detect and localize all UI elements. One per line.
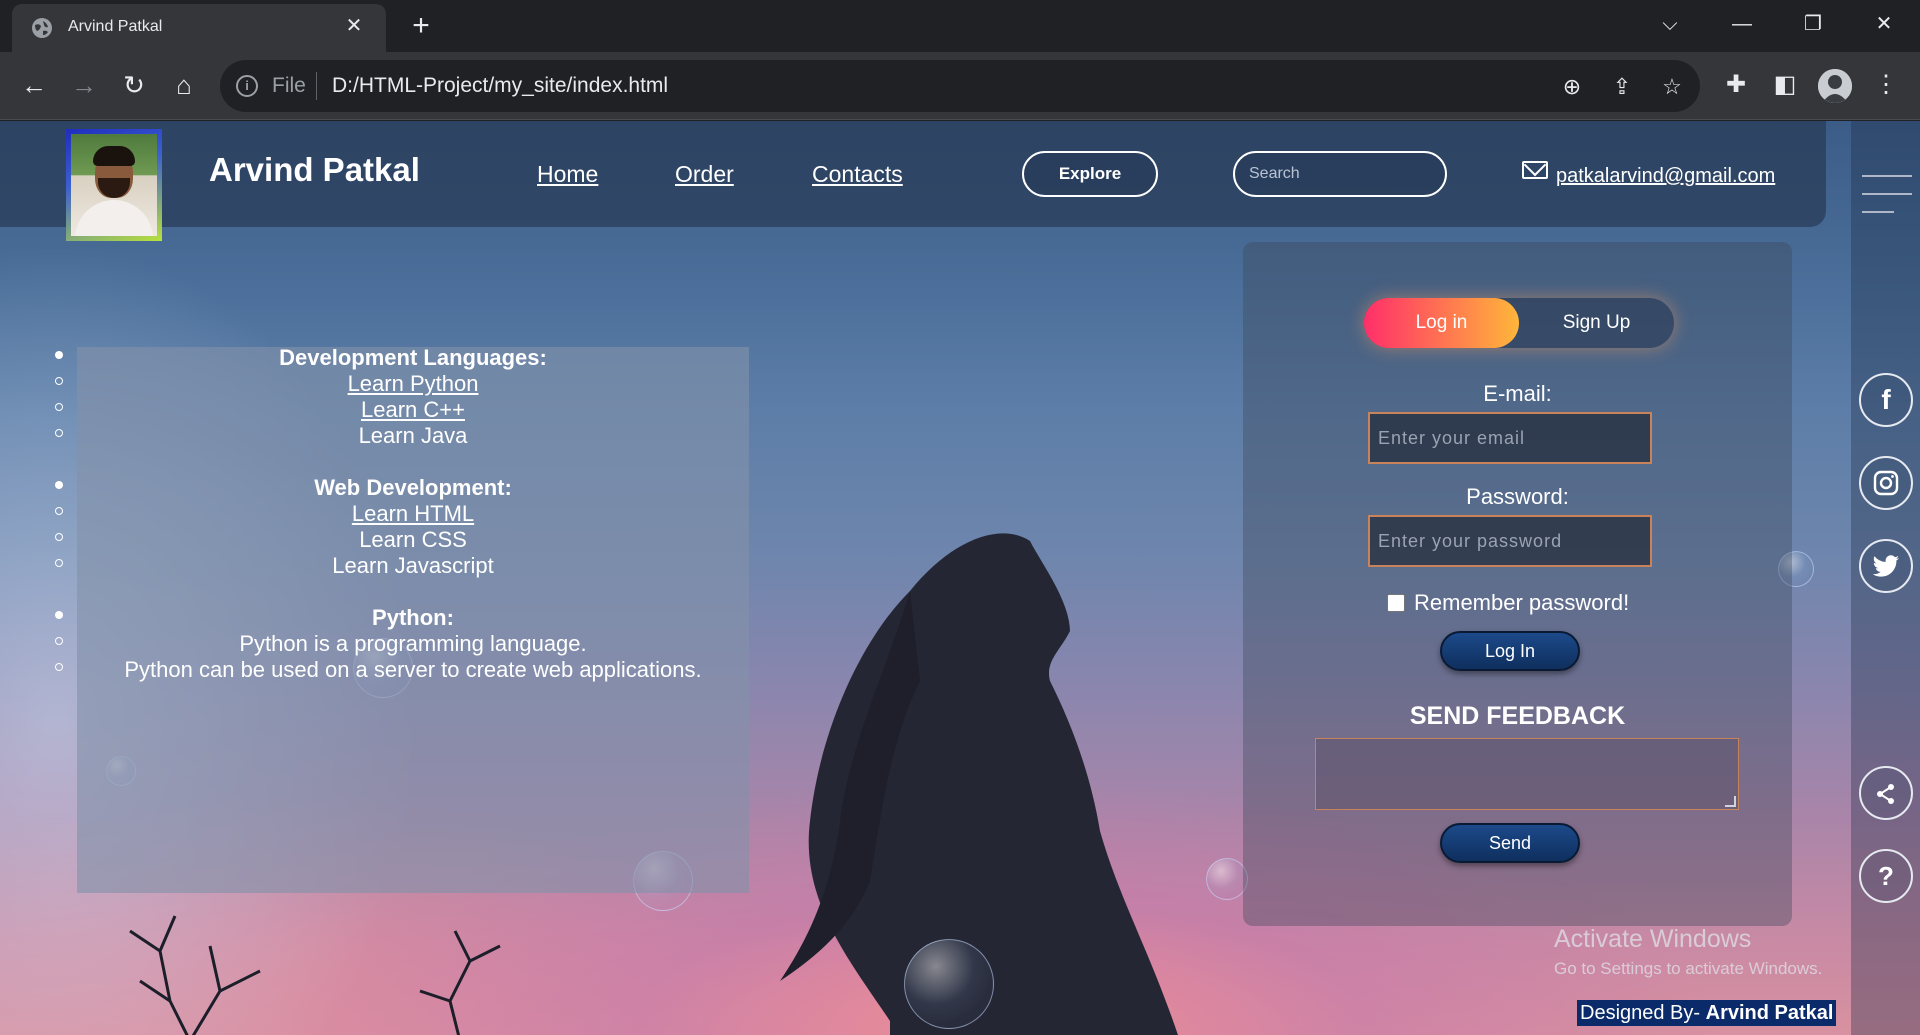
tab-strip: Arvind Patkal ✕ + ⌵ — ❐ ✕ <box>0 0 1920 52</box>
footer-prefix: Designed By- <box>1580 1002 1706 1024</box>
hamburger-menu-icon[interactable] <box>1862 175 1912 215</box>
home-icon[interactable]: ⌂ <box>167 68 201 102</box>
web-dev-heading: Web Development: <box>314 475 512 500</box>
learn-html-link[interactable]: Learn HTML <box>77 501 749 527</box>
url-divider <box>316 72 317 100</box>
back-arrow-icon[interactable]: ← <box>17 68 51 102</box>
share-icon[interactable]: ⇪ <box>1607 72 1637 102</box>
minimize-button[interactable]: — <box>1722 6 1762 42</box>
bullet-filled <box>55 481 63 489</box>
python-heading: Python: <box>372 605 454 630</box>
facebook-icon[interactable]: f <box>1859 373 1913 427</box>
python-description: Python can be used on a server to create… <box>124 657 702 682</box>
nav-contacts-link[interactable]: Contacts <box>812 161 903 188</box>
activate-windows-subtitle: Go to Settings to activate Windows. <box>1554 959 1823 978</box>
nav-home-link[interactable]: Home <box>537 161 598 188</box>
page-viewport: Arvind Patkal Home Order Contacts Explor… <box>0 121 1920 1035</box>
browser-tab[interactable]: Arvind Patkal ✕ <box>12 4 386 52</box>
feedback-title: SEND FEEDBACK <box>1409 702 1626 730</box>
bullet-hollow <box>55 403 63 411</box>
close-tab-icon[interactable]: ✕ <box>340 12 368 40</box>
bullet-filled <box>55 351 63 359</box>
help-icon[interactable]: ? <box>1859 849 1913 903</box>
bullet-hollow <box>55 637 63 645</box>
learn-python-link[interactable]: Learn Python <box>77 371 749 397</box>
login-button[interactable]: Log In <box>1440 631 1580 671</box>
bookmark-star-icon[interactable]: ☆ <box>1657 72 1687 102</box>
bullet-hollow <box>55 663 63 671</box>
site-header: Arvind Patkal Home Order Contacts Explor… <box>0 121 1826 241</box>
site-brand: Arvind Patkal <box>209 151 420 188</box>
site-info-icon[interactable]: i <box>236 75 258 97</box>
signup-tab[interactable]: Sign Up <box>1519 298 1674 348</box>
address-bar[interactable]: i File D:/HTML-Project/my_site/index.htm… <box>220 60 1700 112</box>
globe-icon <box>32 18 52 38</box>
python-description: Python is a programming language. <box>239 631 587 656</box>
new-tab-button[interactable]: + <box>404 10 438 44</box>
tab-search-chevron-icon[interactable]: ⌵ <box>1650 6 1690 42</box>
forward-arrow-icon[interactable]: → <box>67 68 101 102</box>
activate-windows-title: Activate Windows <box>1554 925 1752 953</box>
bullet-filled <box>55 611 63 619</box>
bullet-hollow <box>55 429 63 437</box>
reload-icon[interactable]: ↻ <box>117 68 151 102</box>
bubble-decoration <box>904 939 994 1029</box>
close-window-button[interactable]: ✕ <box>1864 6 1904 42</box>
browser-toolbar: ← → ↻ ⌂ i File D:/HTML-Project/my_site/i… <box>0 52 1920 120</box>
bubble-decoration <box>1206 858 1248 900</box>
url-text[interactable]: D:/HTML-Project/my_site/index.html <box>332 74 668 98</box>
profile-photo <box>66 129 162 241</box>
footer-name: Arvind Patkal <box>1705 1002 1834 1024</box>
profile-avatar[interactable] <box>1818 69 1852 103</box>
designed-by-footer: Designed By- Arvind Patkal <box>1577 1000 1837 1026</box>
email-link[interactable]: patkalarvind@gmail.com <box>1556 165 1775 188</box>
mail-icon <box>1522 161 1548 179</box>
share-icon[interactable] <box>1859 766 1913 820</box>
auth-toggle: Log in Sign Up <box>1364 298 1674 348</box>
zoom-icon[interactable]: ⊕ <box>1557 72 1587 102</box>
info-panel: Development Languages: Learn Python Lear… <box>77 345 749 893</box>
password-label: Password: <box>1466 484 1569 509</box>
extensions-puzzle-icon[interactable]: ✚ <box>1719 68 1753 102</box>
url-scheme: File <box>272 74 306 97</box>
branches-decoration <box>129 915 501 1035</box>
bullet-hollow <box>55 507 63 515</box>
browser-menu-icon[interactable]: ⋮ <box>1869 68 1903 102</box>
feedback-textarea[interactable] <box>1315 738 1739 810</box>
send-button[interactable]: Send <box>1440 823 1580 863</box>
email-label: E-mail: <box>1483 381 1552 406</box>
password-field[interactable] <box>1368 515 1652 567</box>
bullet-hollow <box>55 559 63 567</box>
login-tab[interactable]: Log in <box>1364 298 1519 348</box>
learn-cpp-link[interactable]: Learn C++ <box>77 397 749 423</box>
bullet-hollow <box>55 533 63 541</box>
remember-label: Remember password! <box>1414 590 1630 615</box>
bullet-hollow <box>55 377 63 385</box>
restore-button[interactable]: ❐ <box>1793 6 1833 42</box>
twitter-icon[interactable] <box>1859 539 1913 593</box>
nav-order-link[interactable]: Order <box>675 161 734 188</box>
dev-languages-heading: Development Languages: <box>279 345 547 370</box>
side-panel-icon[interactable]: ◧ <box>1768 68 1802 102</box>
remember-checkbox[interactable] <box>1387 594 1405 612</box>
instagram-icon[interactable] <box>1859 456 1913 510</box>
tab-title: Arvind Patkal <box>68 18 163 35</box>
profile-avatar-icon <box>1818 69 1852 103</box>
learn-css-item: Learn CSS <box>359 527 467 552</box>
learn-javascript-item: Learn Javascript <box>332 553 494 578</box>
explore-button[interactable]: Explore <box>1022 151 1158 197</box>
login-form-panel: Log in Sign Up E-mail: Password: Remembe… <box>1243 242 1792 926</box>
learn-java-item: Learn Java <box>358 423 468 448</box>
search-input[interactable] <box>1233 151 1447 197</box>
email-field[interactable] <box>1368 412 1652 464</box>
